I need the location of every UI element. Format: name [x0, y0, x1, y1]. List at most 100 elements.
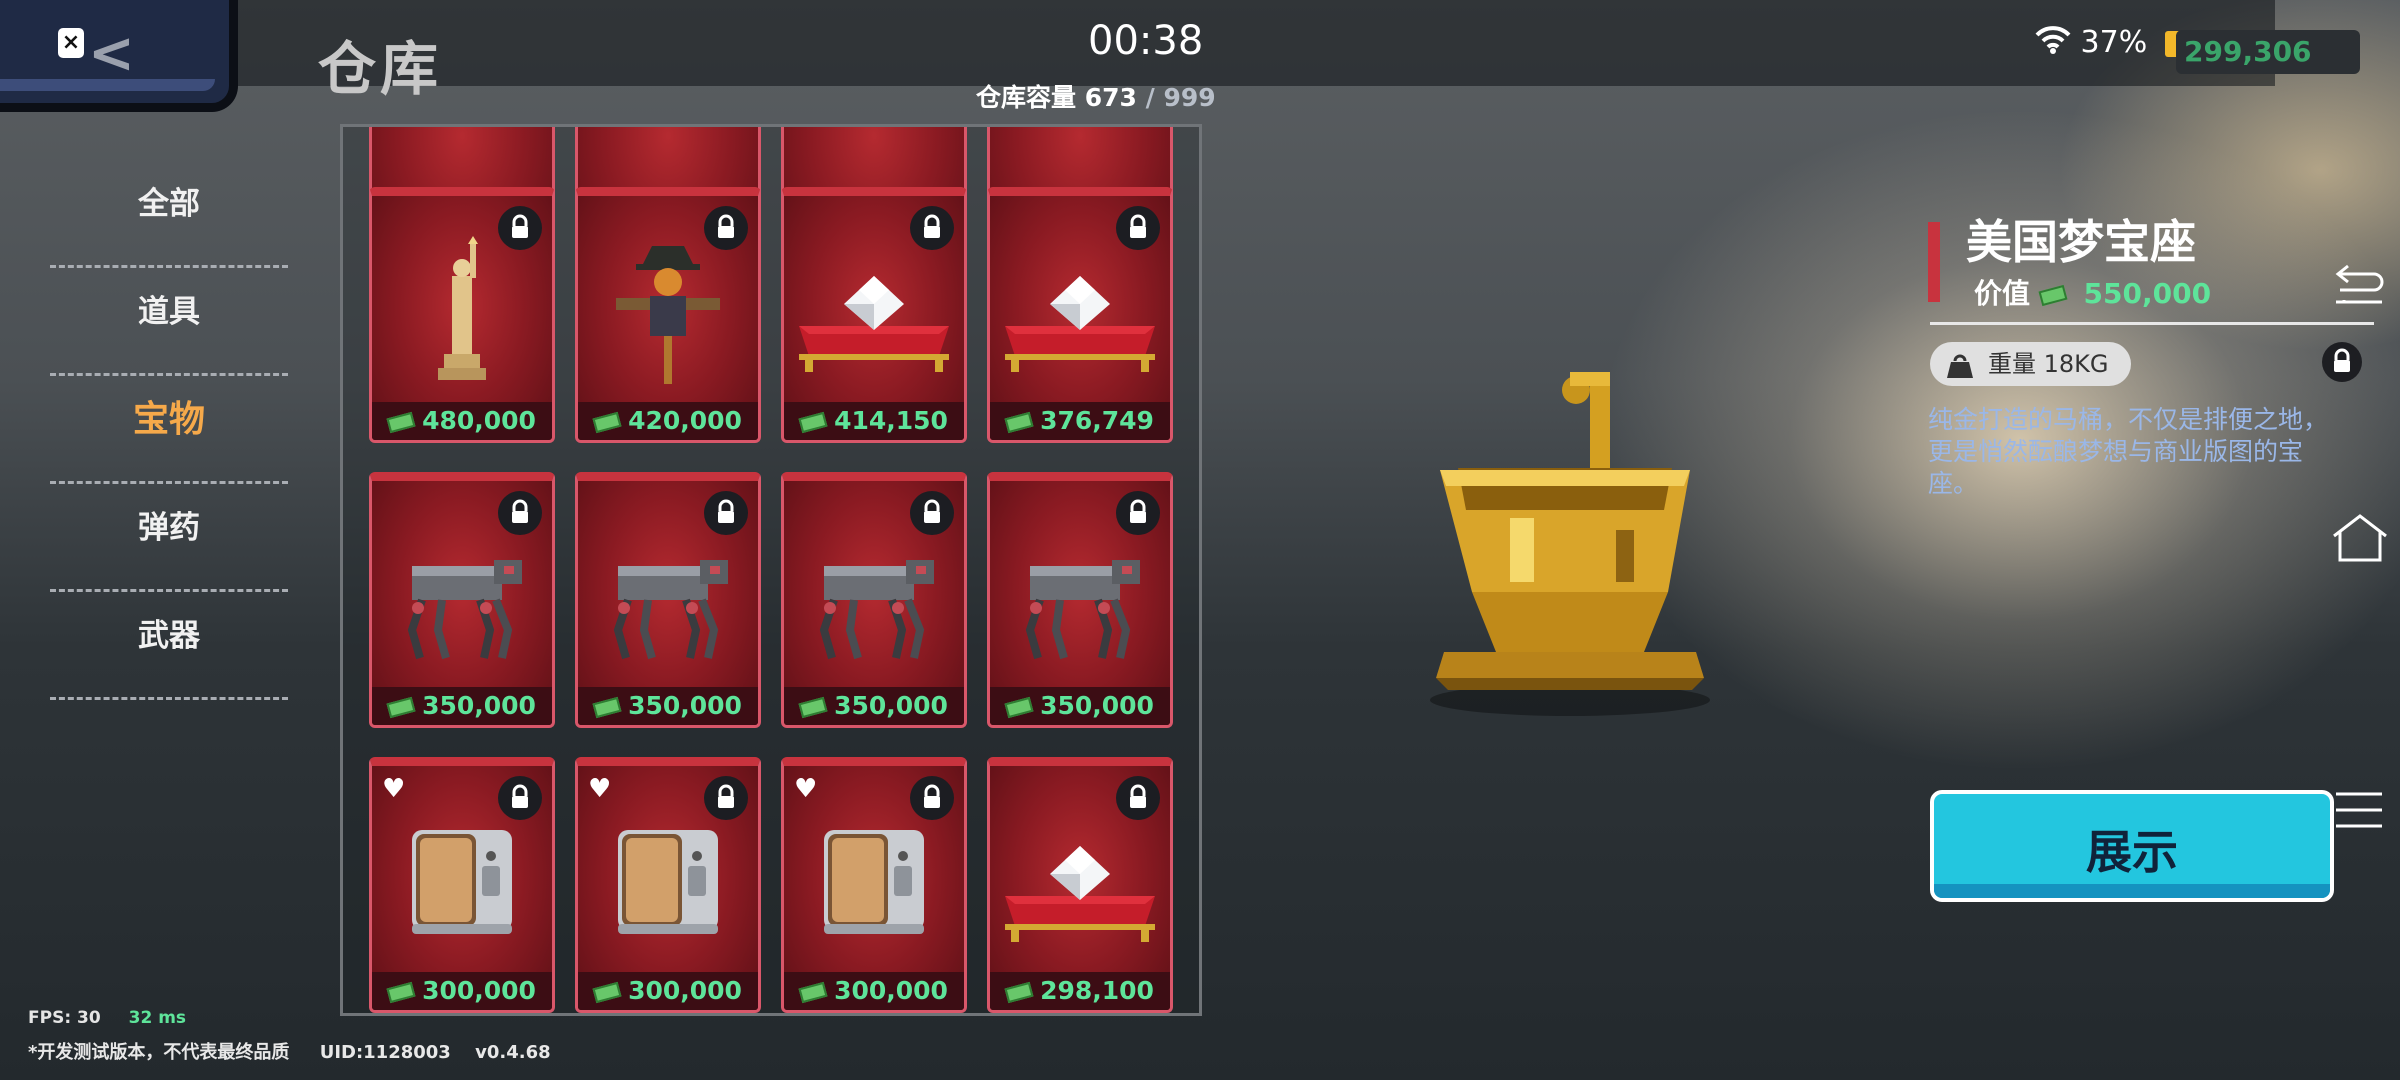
weight-badge: 重量 18KG: [1930, 342, 2131, 386]
tab-label: 道具: [138, 294, 200, 330]
chevron-left-icon: <: [88, 21, 135, 86]
statue-icon: [372, 236, 552, 386]
diamond-cushion-icon: [990, 236, 1170, 386]
cash-icon: [798, 981, 828, 1003]
price-value: 298,100: [1040, 976, 1154, 1005]
tab-weapons[interactable]: 武器: [50, 592, 288, 700]
cash-icon: [2038, 284, 2068, 306]
fps-value: FPS: 30: [28, 1008, 101, 1028]
tab-label: 宝物: [132, 399, 205, 440]
item-price: 300,000: [784, 972, 964, 1010]
item-price: 350,000: [990, 687, 1170, 725]
capacity-max: / 999: [1145, 83, 1216, 112]
item-price: 300,000: [578, 972, 758, 1010]
robot-dog-icon: [784, 521, 964, 671]
capacity-label: 仓库容量: [976, 83, 1077, 112]
price-value: 350,000: [422, 691, 536, 720]
cash-icon: [386, 411, 416, 433]
item-card[interactable]: 376,749: [987, 187, 1173, 443]
safe-icon: [372, 806, 552, 956]
item-value: 价值 550,000: [1974, 272, 2211, 312]
item-card[interactable]: 350,000: [781, 472, 967, 728]
favorite-heart-icon[interactable]: ♥: [794, 776, 817, 802]
cash-icon: [798, 696, 828, 718]
item-price: 376,749: [990, 402, 1170, 440]
price-value: 300,000: [628, 976, 742, 1005]
page-title: 仓库: [318, 35, 443, 103]
cash-icon: [386, 981, 416, 1003]
version: v0.4.68: [475, 1042, 551, 1063]
close-icon[interactable]: ×: [58, 28, 84, 58]
item-card[interactable]: 480,000: [369, 187, 555, 443]
item-price: 420,000: [578, 402, 758, 440]
item-description: 纯金打造的马桶，不仅是排便之地，更是悄然酝酿梦想与商业版图的宝座。: [1928, 405, 2329, 498]
divider: [1930, 322, 2374, 325]
item-card[interactable]: ♥ 300,000: [369, 757, 555, 1013]
capacity-used: 673: [1084, 83, 1137, 112]
lock-icon[interactable]: [2322, 342, 2362, 382]
favorite-heart-icon[interactable]: ♥: [382, 776, 405, 802]
price-value: 300,000: [834, 976, 948, 1005]
diamond-cushion-icon: [990, 806, 1170, 956]
money-counter: 299,306: [2176, 30, 2360, 74]
cash-icon: [1004, 696, 1034, 718]
price-value: 414,150: [834, 406, 948, 435]
tab-all[interactable]: 全部: [50, 160, 288, 268]
nav-menu-icon[interactable]: [2330, 788, 2386, 836]
item-card[interactable]: ♥ 300,000: [575, 757, 761, 1013]
weight-label: 重量: [1988, 350, 2036, 378]
weight-icon: [1946, 350, 1974, 394]
uid: UID:1128003: [319, 1042, 451, 1063]
nav-home-icon[interactable]: [2330, 510, 2390, 570]
notice-text: *开发测试版本，不代表最终品质: [28, 1042, 290, 1063]
item-price: 350,000: [372, 687, 552, 725]
cash-icon: [1004, 411, 1034, 433]
value-label: 价值: [1974, 277, 2031, 310]
tab-label: 弹药: [138, 510, 200, 546]
category-sidebar: 全部 道具 宝物 弹药 武器: [50, 160, 288, 700]
tab-label: 全部: [138, 186, 200, 222]
scarecrow-icon: [578, 236, 758, 386]
item-price: 298,100: [990, 972, 1170, 1010]
title-accent-bar: [1928, 222, 1940, 302]
tab-treasure[interactable]: 宝物: [50, 376, 288, 484]
price-value: 350,000: [1040, 691, 1154, 720]
show-button-label: 展示: [2086, 825, 2178, 879]
tab-label: 武器: [138, 618, 200, 654]
item-card[interactable]: 420,000: [575, 187, 761, 443]
price-value: 350,000: [628, 691, 742, 720]
cash-icon: [1004, 981, 1034, 1003]
diamond-cushion-icon: [784, 236, 964, 386]
inventory-grid[interactable]: 480,000 420,000 414,150 376,749 350,000 350,0…: [340, 124, 1202, 1016]
price-value: 350,000: [834, 691, 948, 720]
cash-icon: [798, 411, 828, 433]
favorite-heart-icon[interactable]: ♥: [588, 776, 611, 802]
item-card[interactable]: 350,000: [987, 472, 1173, 728]
ping-value: 32 ms: [128, 1008, 187, 1028]
item-card[interactable]: 350,000: [575, 472, 761, 728]
robot-dog-icon: [372, 521, 552, 671]
nav-back-icon[interactable]: [2330, 262, 2386, 314]
cash-icon: [386, 696, 416, 718]
safe-icon: [578, 806, 758, 956]
tab-props[interactable]: 道具: [50, 268, 288, 376]
price-value: 300,000: [422, 976, 536, 1005]
show-button[interactable]: 展示: [1930, 790, 2334, 902]
item-price: 480,000: [372, 402, 552, 440]
item-card[interactable]: 298,100: [987, 757, 1173, 1013]
cash-icon: [592, 411, 622, 433]
item-card[interactable]: ♥ 300,000: [781, 757, 967, 1013]
robot-dog-icon: [990, 521, 1170, 671]
back-button[interactable]: × <: [0, 0, 238, 112]
robot-dog-icon: [578, 521, 758, 671]
fps-counter: FPS: 30 32 ms: [28, 1008, 186, 1028]
item-price: 350,000: [578, 687, 758, 725]
item-title: 美国梦宝座: [1966, 215, 2196, 269]
item-card[interactable]: 350,000: [369, 472, 555, 728]
price-value: 480,000: [422, 406, 536, 435]
capacity-indicator: 仓库容量 673 / 999: [976, 78, 1216, 114]
item-card[interactable]: 414,150: [781, 187, 967, 443]
clock: 00:38: [1088, 18, 1204, 64]
value-amount: 550,000: [2083, 277, 2212, 310]
tab-ammo[interactable]: 弹药: [50, 484, 288, 592]
